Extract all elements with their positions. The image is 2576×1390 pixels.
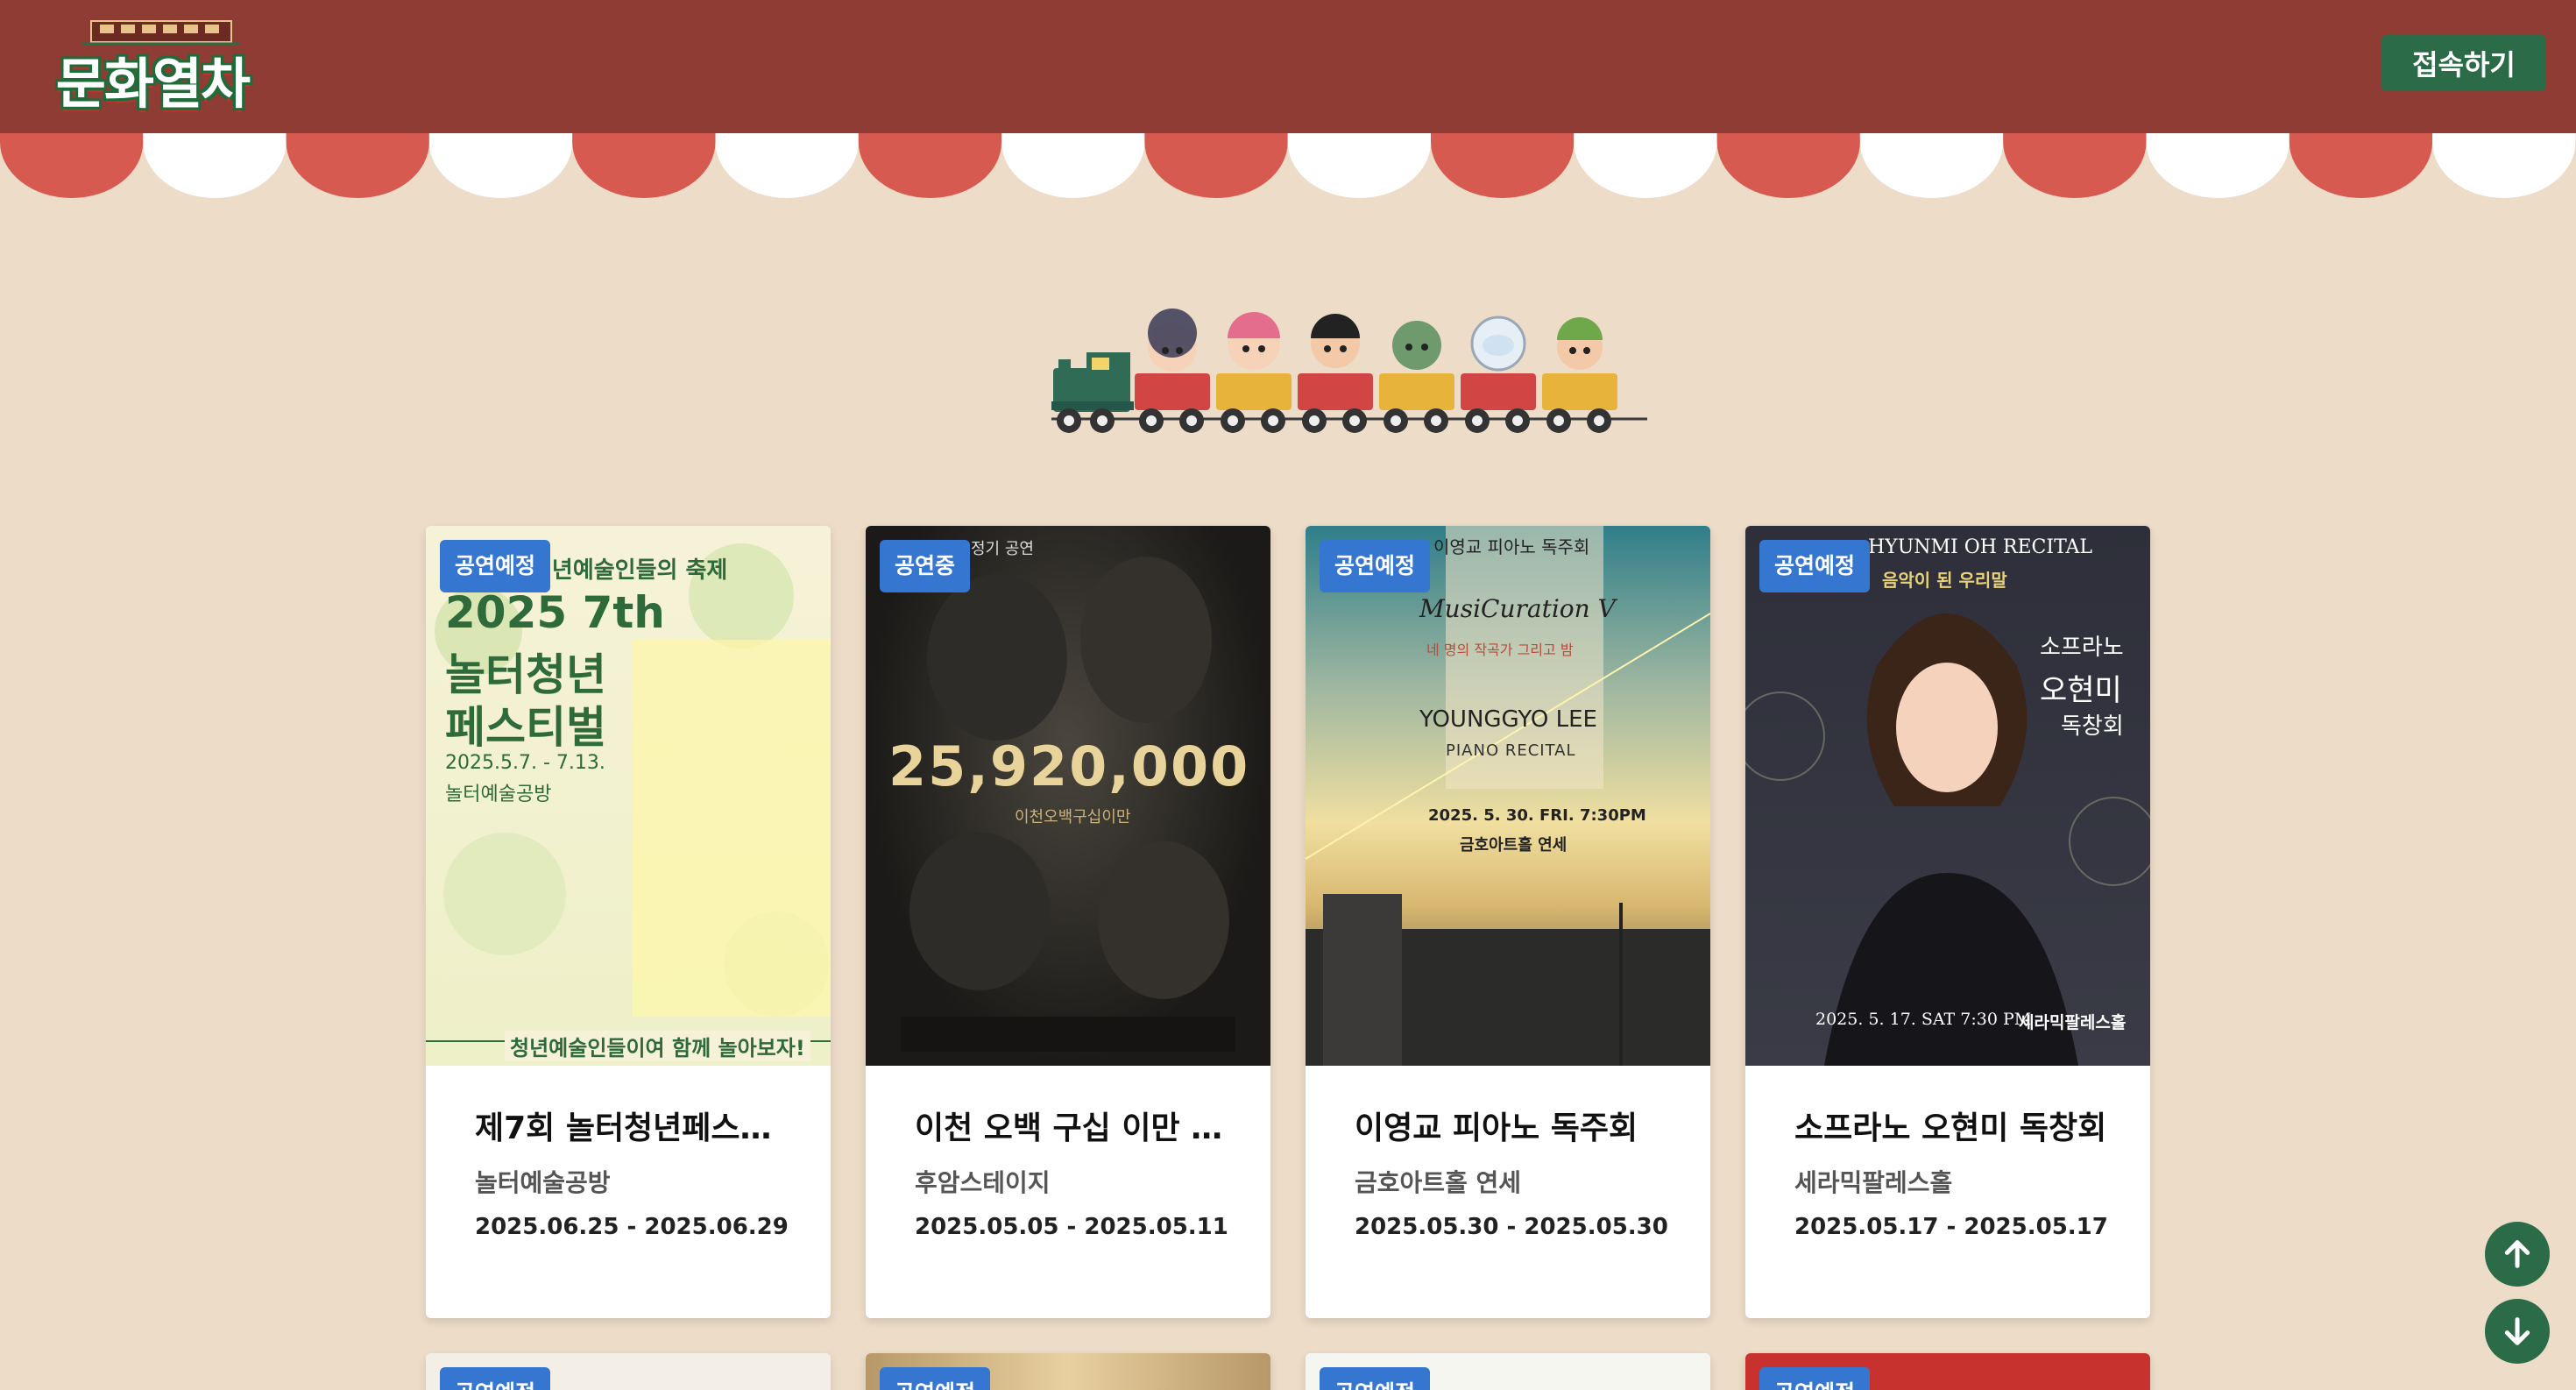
train-car-1 [1135, 308, 1210, 433]
card-title[interactable]: 소프라노 오현미 독창회 [1794, 1104, 2110, 1153]
awning-scallop [1001, 133, 1145, 198]
poster-artist: 오현미 [2040, 673, 2122, 708]
awning-scallop [1574, 133, 1717, 198]
awning-scallop [428, 133, 573, 198]
scroll-bottom-button[interactable] [2485, 1299, 2550, 1364]
performance-card[interactable]: 공연예정 [1306, 1353, 1710, 1390]
poster-hall: 금호아트홀 연세 [1460, 836, 1568, 855]
train-car-2 [1216, 312, 1292, 433]
awning-scallop [572, 133, 716, 198]
poster-bottom-text: 청년예술인들이여 함께 놀아보자! [505, 1031, 810, 1061]
poster-place: 놀터예술공방 [445, 784, 552, 805]
card-venue: 세라믹팔레스홀 [1794, 1168, 1953, 1197]
poster-subtitle: 이천오백구십이만 [1015, 808, 1131, 826]
card-date: 2025.06.25 - 2025.06.29 [475, 1214, 789, 1240]
awning-decoration [0, 133, 2576, 198]
status-badge: 공연예정 [1320, 1367, 1431, 1390]
status-badge: 공연예정 [440, 540, 551, 592]
connect-button[interactable]: 접속하기 [2381, 35, 2546, 91]
card-title[interactable]: 이영교 피아노 독주회 [1355, 1104, 1670, 1153]
card-venue: 후암스테이지 [915, 1168, 1051, 1197]
train-engine-icon [1051, 352, 1134, 433]
poster-headline: 2025 7th [445, 587, 665, 638]
card-venue: 놀터예술공방 [475, 1168, 611, 1197]
awning-scallop [715, 133, 859, 198]
performance-card[interactable]: HYUNMI OH RECITAL 음악이 된 우리말 소프라노 오현미 독창회… [1745, 526, 2150, 1318]
arrow-up-icon [2504, 1240, 2530, 1268]
card-title[interactable]: 이천 오백 구십 이만 [··· [915, 1104, 1230, 1153]
awning-scallop [1287, 133, 1431, 198]
poster-headline: 25,920,000 [888, 734, 1250, 798]
poster-image: 정기 공연 25,920,000 이천오백구십이만 [866, 526, 1270, 1066]
train-car-3 [1298, 314, 1373, 433]
train-car-4 [1379, 321, 1454, 433]
poster-image: 이영교 피아노 독주회 MusiCuration V 네 명의 작곡가 그리고 … [1306, 526, 1710, 1066]
performance-card[interactable]: 이영교 피아노 독주회 MusiCuration V 네 명의 작곡가 그리고 … [1306, 526, 1710, 1318]
poster-dates: 2025.5.7. - 7.13. [445, 752, 605, 774]
poster-image: HYUNMI OH RECITAL 음악이 된 우리말 소프라노 오현미 독창회… [1745, 526, 2150, 1066]
awning-scallop [1716, 133, 1860, 198]
performance-card[interactable]: 공연예정 [866, 1353, 1270, 1390]
awning-scallop [1144, 133, 1288, 198]
status-badge: 공연예정 [1759, 540, 1871, 592]
poster-recital: PIANO RECITAL [1446, 741, 1576, 760]
poster-subtitle: 네 명의 작곡가 그리고 밤 [1426, 642, 1574, 658]
train-car-5 [1461, 316, 1536, 433]
logo-text: 문화열차 [55, 52, 251, 116]
poster-top-text: 청년예술인들의 축제 [531, 557, 728, 584]
performance-card[interactable]: 청년예술인들의 축제 2025 7th 놀터청년 페스티벌 2025.5.7. … [426, 526, 831, 1318]
arrow-down-icon [2504, 1317, 2530, 1345]
poster-image: 청년예술인들의 축제 2025 7th 놀터청년 페스티벌 2025.5.7. … [426, 526, 831, 1066]
poster-subtitle: 음악이 된 우리말 [1882, 570, 2007, 591]
poster-kind: 독창회 [2061, 713, 2124, 740]
awning-scallop [286, 133, 429, 198]
status-badge: 공연예정 [880, 1367, 991, 1390]
awning-scallop [858, 133, 1002, 198]
logo[interactable]: 문화열차 [39, 16, 266, 116]
poster-top-text: 정기 공연 [971, 540, 1034, 558]
scroll-top-button[interactable] [2485, 1222, 2550, 1287]
status-badge: 공연예정 [440, 1367, 551, 1390]
train-car-6 [1542, 317, 1617, 433]
status-badge: 공연중 [880, 540, 971, 592]
poster-role: 소프라노 [2040, 635, 2124, 661]
card-date: 2025.05.17 - 2025.05.17 [1794, 1214, 2108, 1240]
performance-card[interactable]: 공연예정 [426, 1353, 831, 1390]
awning-scallop [143, 133, 287, 198]
train-illustration [1051, 308, 1647, 433]
poster-top-text: 이영교 피아노 독주회 [1433, 536, 1590, 557]
awning-scallop [1431, 133, 1575, 198]
poster-artist: YOUNGGYO LEE [1419, 706, 1597, 733]
card-venue: 금호아트홀 연세 [1355, 1168, 1522, 1197]
awning-scallop [2289, 133, 2433, 198]
awning-scallop [2432, 133, 2576, 198]
awning-scallop [1859, 133, 2004, 198]
header: 문화열차 접속하기 [0, 0, 2576, 133]
poster-when: 2025. 5. 17. SAT 7:30 PM [1815, 1010, 2032, 1029]
card-date: 2025.05.05 - 2025.05.11 [915, 1214, 1228, 1240]
poster-when: 2025. 5. 30. FRI. 7:30PM [1428, 806, 1646, 825]
status-badge: 공연예정 [1320, 540, 1431, 592]
performance-card[interactable]: 공연예정 [1745, 1353, 2150, 1390]
status-badge: 공연예정 [1759, 1367, 1871, 1390]
performance-card[interactable]: 정기 공연 25,920,000 이천오백구십이만 공연중 이천 오백 구십 이… [866, 526, 1270, 1318]
poster-artist-en: HYUNMI OH RECITAL [1868, 536, 2093, 558]
poster-headline: 페스티벌 [445, 702, 606, 753]
awning-scallop [2146, 133, 2289, 198]
awning-scallop [2003, 133, 2147, 198]
card-date: 2025.05.30 - 2025.05.30 [1355, 1214, 1668, 1240]
poster-hall: 세라믹팔레스홀 [2019, 1013, 2127, 1032]
poster-series: MusiCuration V [1419, 594, 1616, 623]
card-title[interactable]: 제7회 놀터청년페스… [475, 1104, 790, 1153]
awning-scallop [0, 133, 144, 198]
